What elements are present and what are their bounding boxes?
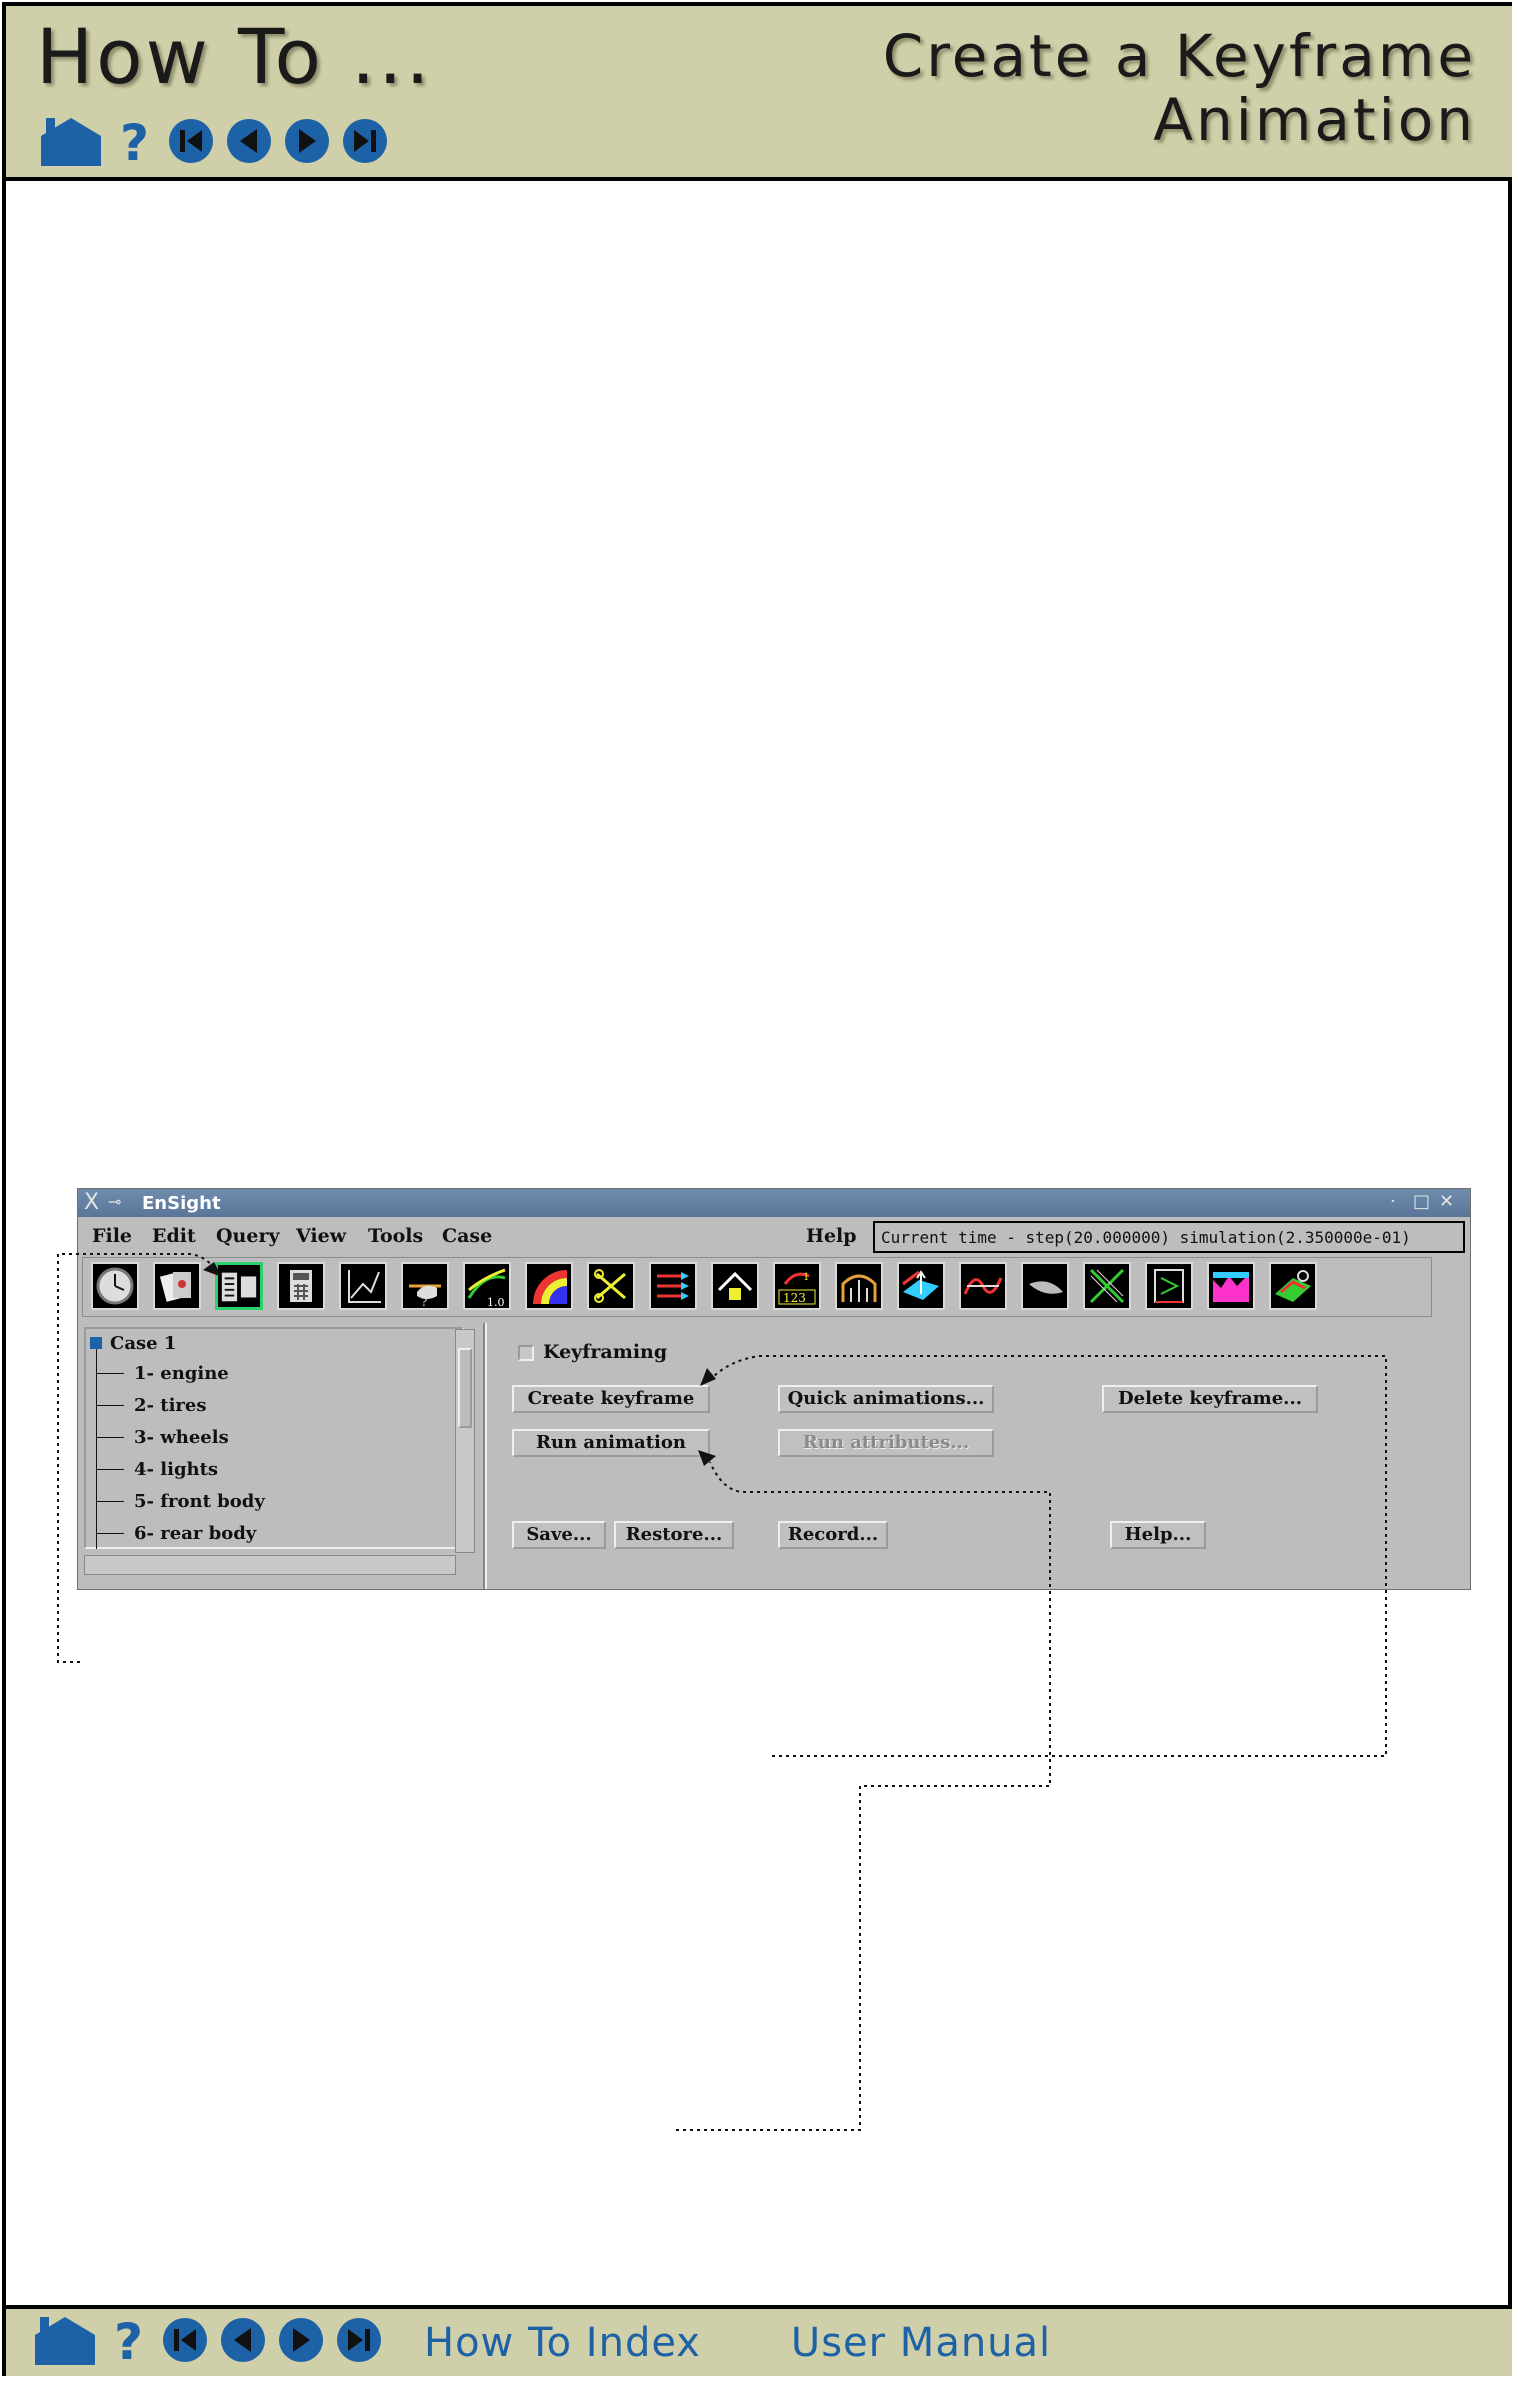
last-page-icon[interactable] [342, 118, 388, 169]
ensight-window: X ⊸ EnSight · □ ✕ File Edit Query View T… [77, 1188, 1471, 1590]
save-button[interactable]: Save... [512, 1521, 606, 1549]
x-logo-icon: X [84, 1190, 100, 1215]
window-titlebar[interactable]: X ⊸ EnSight · □ ✕ [78, 1189, 1470, 1217]
keyframing-checkbox[interactable] [518, 1345, 534, 1361]
run-animation-button[interactable]: Run animation [512, 1429, 710, 1457]
quick-animations-button[interactable]: Quick animations... [778, 1385, 994, 1413]
record-button[interactable]: Record... [778, 1521, 888, 1549]
tree-part-3[interactable]: 3- wheels [134, 1427, 229, 1448]
restore-button[interactable]: Restore... [614, 1521, 734, 1549]
help-icon[interactable]: ? [110, 2313, 150, 2372]
pane-divider[interactable] [483, 1323, 487, 1589]
color-palette-icon[interactable] [525, 1262, 573, 1310]
query-hand-icon[interactable]: ? [401, 1262, 449, 1310]
calculator-icon[interactable] [277, 1262, 325, 1310]
house-icon[interactable] [711, 1262, 759, 1310]
home-icon[interactable] [32, 2313, 98, 2372]
menu-help[interactable]: Help [806, 1225, 857, 1247]
menu-tools[interactable]: Tools [368, 1225, 423, 1247]
menu-case[interactable]: Case [442, 1225, 492, 1247]
svg-text:1.0: 1.0 [487, 1296, 505, 1308]
tree-horizontal-scrollbar[interactable] [84, 1555, 456, 1575]
particle-trace-icon[interactable] [1021, 1262, 1069, 1310]
menu-query[interactable]: Query [216, 1225, 280, 1247]
home-icon[interactable] [38, 114, 104, 173]
clip-icon[interactable] [1145, 1262, 1193, 1310]
minimize-icon[interactable]: · [1390, 1191, 1396, 1212]
section-title: How To ... [36, 12, 433, 101]
bottom-nav: ? How To Index User Manual [32, 2313, 1111, 2372]
tree-part-2[interactable]: 2- tires [134, 1395, 206, 1416]
page-title-line-1: Create a Keyframe [882, 22, 1476, 90]
tree-case-root[interactable]: Case 1 [110, 1333, 176, 1354]
page-title-line-2: Animation [1153, 86, 1476, 154]
profile-icon[interactable] [1207, 1262, 1255, 1310]
svg-text:?: ? [421, 1295, 427, 1308]
number-annotation-icon[interactable]: 123 1 [773, 1262, 821, 1310]
help-icon[interactable]: ? [116, 114, 156, 173]
previous-page-icon[interactable] [220, 2317, 266, 2368]
menu-edit[interactable]: Edit [152, 1225, 196, 1247]
keyframing-label: Keyframing [543, 1341, 668, 1363]
current-time-status: Current time - step(20.000000) simulatio… [873, 1221, 1465, 1253]
help-button[interactable]: Help... [1110, 1521, 1206, 1549]
svg-text:123: 123 [783, 1291, 806, 1305]
last-page-icon[interactable] [336, 2317, 382, 2368]
first-page-icon[interactable] [168, 118, 214, 169]
query-plot-icon[interactable] [339, 1262, 387, 1310]
user-manual-link[interactable]: User Manual [791, 2320, 1051, 2366]
page-title: Create a Keyframe Animation [883, 24, 1476, 152]
flipbook-icon[interactable] [215, 1262, 263, 1310]
first-page-icon[interactable] [162, 2317, 208, 2368]
elevated-surface-icon[interactable] [835, 1262, 883, 1310]
run-attributes-button: Run attributes... [778, 1429, 994, 1457]
tree-part-1[interactable]: 1- engine [134, 1363, 229, 1384]
tree-part-4[interactable]: 4- lights [134, 1459, 218, 1480]
line-value-icon[interactable]: 1.0 [463, 1262, 511, 1310]
delete-keyframe-button[interactable]: Delete keyframe... [1102, 1385, 1318, 1413]
part-tree: Case 1 1- engine 2- tires 3- wheels 4- l… [84, 1327, 464, 1549]
previous-page-icon[interactable] [226, 118, 272, 169]
footer-banner: ? How To Index User Manual [6, 2305, 1512, 2376]
tree-part-6[interactable]: 6- rear body [134, 1523, 256, 1544]
svg-text:?: ? [120, 114, 149, 168]
vector-arrows-icon[interactable] [649, 1262, 697, 1310]
tree-part-5[interactable]: 5- front body [134, 1491, 265, 1512]
streamline-cross-icon[interactable] [1083, 1262, 1131, 1310]
create-keyframe-button[interactable]: Create keyframe [512, 1385, 710, 1413]
contour-3d-icon[interactable] [1269, 1262, 1317, 1310]
collapse-icon[interactable] [90, 1337, 102, 1349]
scissors-icon[interactable] [587, 1262, 635, 1310]
maximize-icon[interactable]: □ [1413, 1191, 1430, 1212]
svg-text:1: 1 [803, 1272, 809, 1283]
feature-toolbar: ? 1.0 123 1 [82, 1257, 1432, 1317]
top-nav: ? [38, 114, 400, 173]
header-banner: How To ... Create a Keyframe Animation ? [6, 6, 1512, 181]
scrollbar-thumb[interactable] [458, 1348, 472, 1428]
next-page-icon[interactable] [278, 2317, 324, 2368]
isosurface-icon[interactable] [897, 1262, 945, 1310]
curve-icon[interactable] [959, 1262, 1007, 1310]
playing-cards-icon[interactable] [153, 1262, 201, 1310]
clock-icon[interactable] [91, 1262, 139, 1310]
how-to-index-link[interactable]: How To Index [424, 2320, 701, 2366]
tree-vertical-scrollbar[interactable] [455, 1329, 475, 1553]
svg-text:?: ? [114, 2313, 143, 2367]
close-icon[interactable]: ✕ [1439, 1191, 1454, 1212]
pin-icon[interactable]: ⊸ [108, 1192, 121, 1211]
next-page-icon[interactable] [284, 118, 330, 169]
menu-view[interactable]: View [296, 1225, 346, 1247]
window-title: EnSight [142, 1193, 221, 1214]
menu-file[interactable]: File [92, 1225, 132, 1247]
